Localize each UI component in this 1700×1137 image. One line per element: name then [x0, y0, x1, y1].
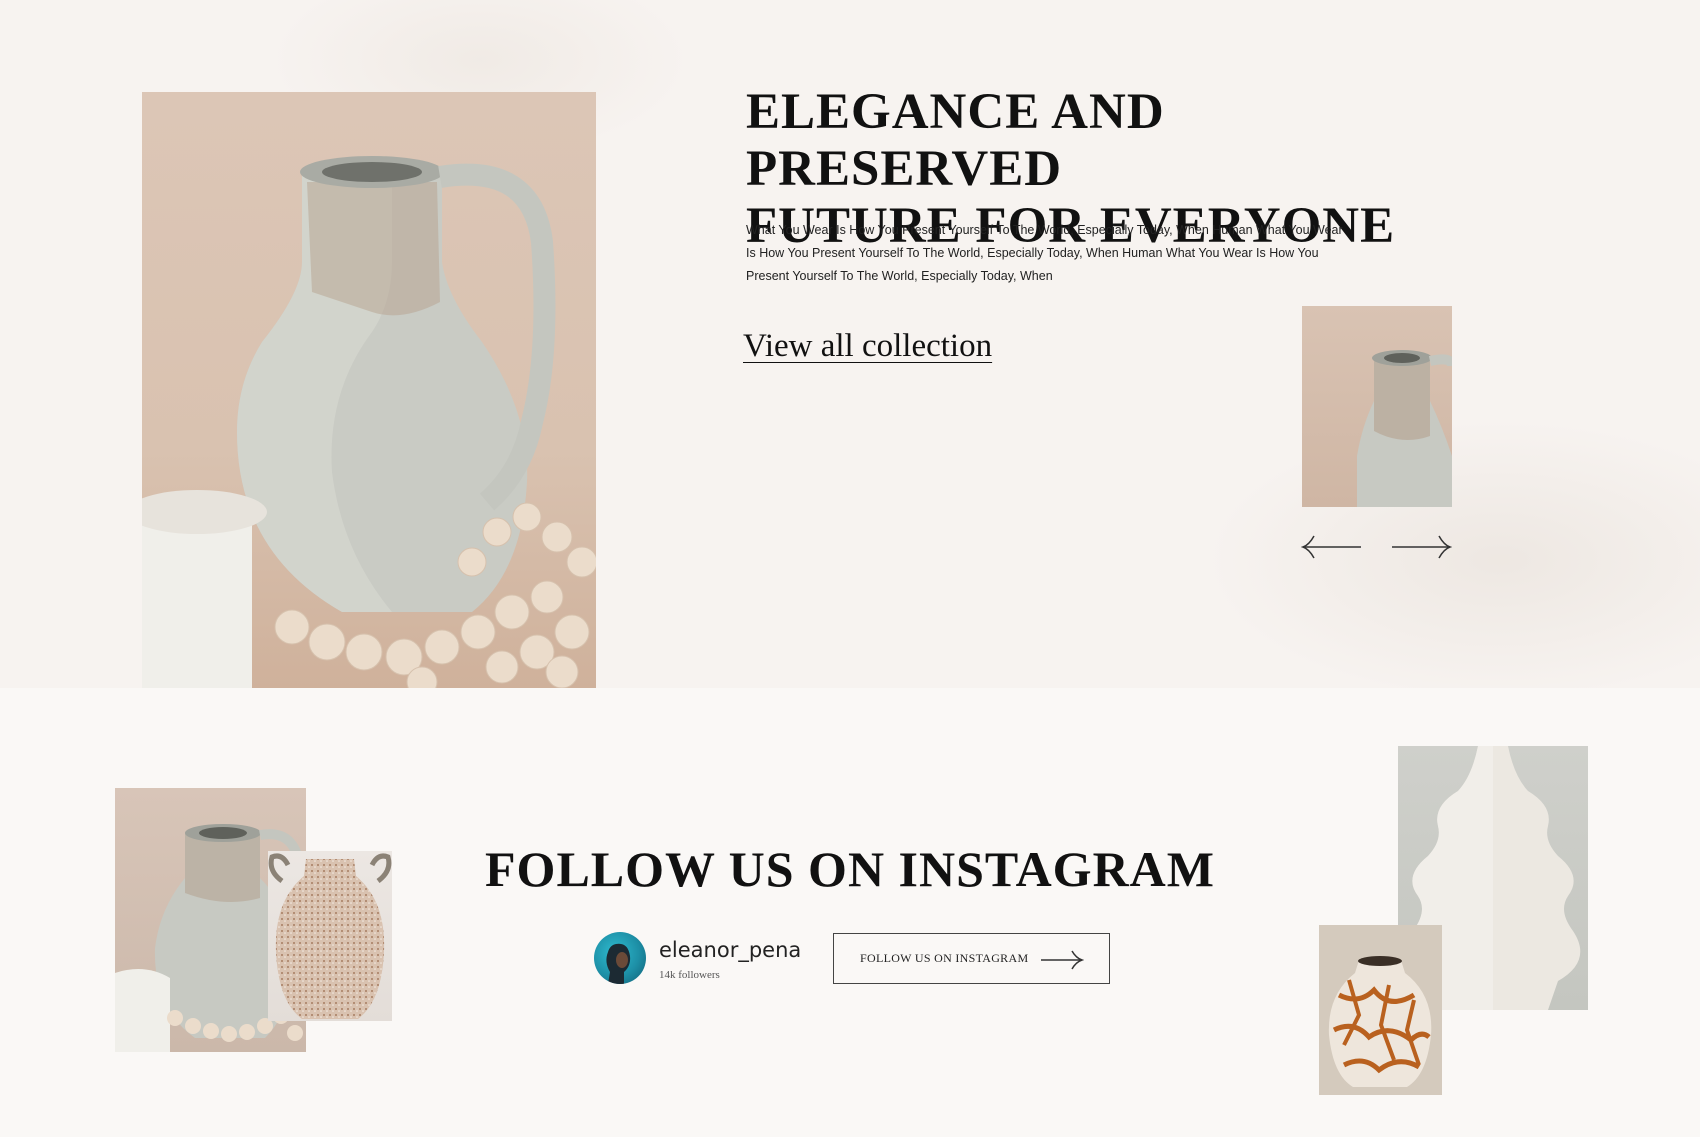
follow-instagram-button[interactable]: FOLLOW US ON INSTAGRAM: [833, 933, 1110, 984]
thumbnail-image[interactable]: [1302, 306, 1452, 507]
hero-section: ELEGANCE AND PRESERVED FUTURE FOR EVERYO…: [0, 0, 1700, 688]
instagram-username[interactable]: eleanor_pena: [659, 938, 801, 962]
hero-title-line-1: ELEGANCE AND PRESERVED: [746, 84, 1165, 197]
view-all-collection-link[interactable]: View all collection: [743, 328, 992, 365]
arrow-right-icon: [1041, 950, 1084, 970]
next-arrow-button[interactable]: [1390, 532, 1453, 562]
instagram-image-crackle-vase[interactable]: [1319, 925, 1442, 1095]
arrow-right-icon: [1392, 535, 1453, 559]
arrow-left-icon: [1300, 535, 1361, 559]
instagram-section: FOLLOW US ON INSTAGRAM eleanor_pena 14k …: [0, 688, 1700, 1137]
instagram-title: FOLLOW US ON INSTAGRAM: [485, 841, 1215, 897]
instagram-profile: eleanor_pena 14k followers: [594, 932, 814, 988]
avatar[interactable]: [594, 932, 646, 984]
follow-button-label: FOLLOW US ON INSTAGRAM: [860, 951, 1029, 965]
prev-arrow-button[interactable]: [1300, 532, 1363, 562]
follower-count: 14k followers: [659, 969, 720, 981]
hero-product-image: [142, 92, 596, 688]
hero-description: What You Wear Is How You Present Yoursel…: [746, 223, 1343, 283]
